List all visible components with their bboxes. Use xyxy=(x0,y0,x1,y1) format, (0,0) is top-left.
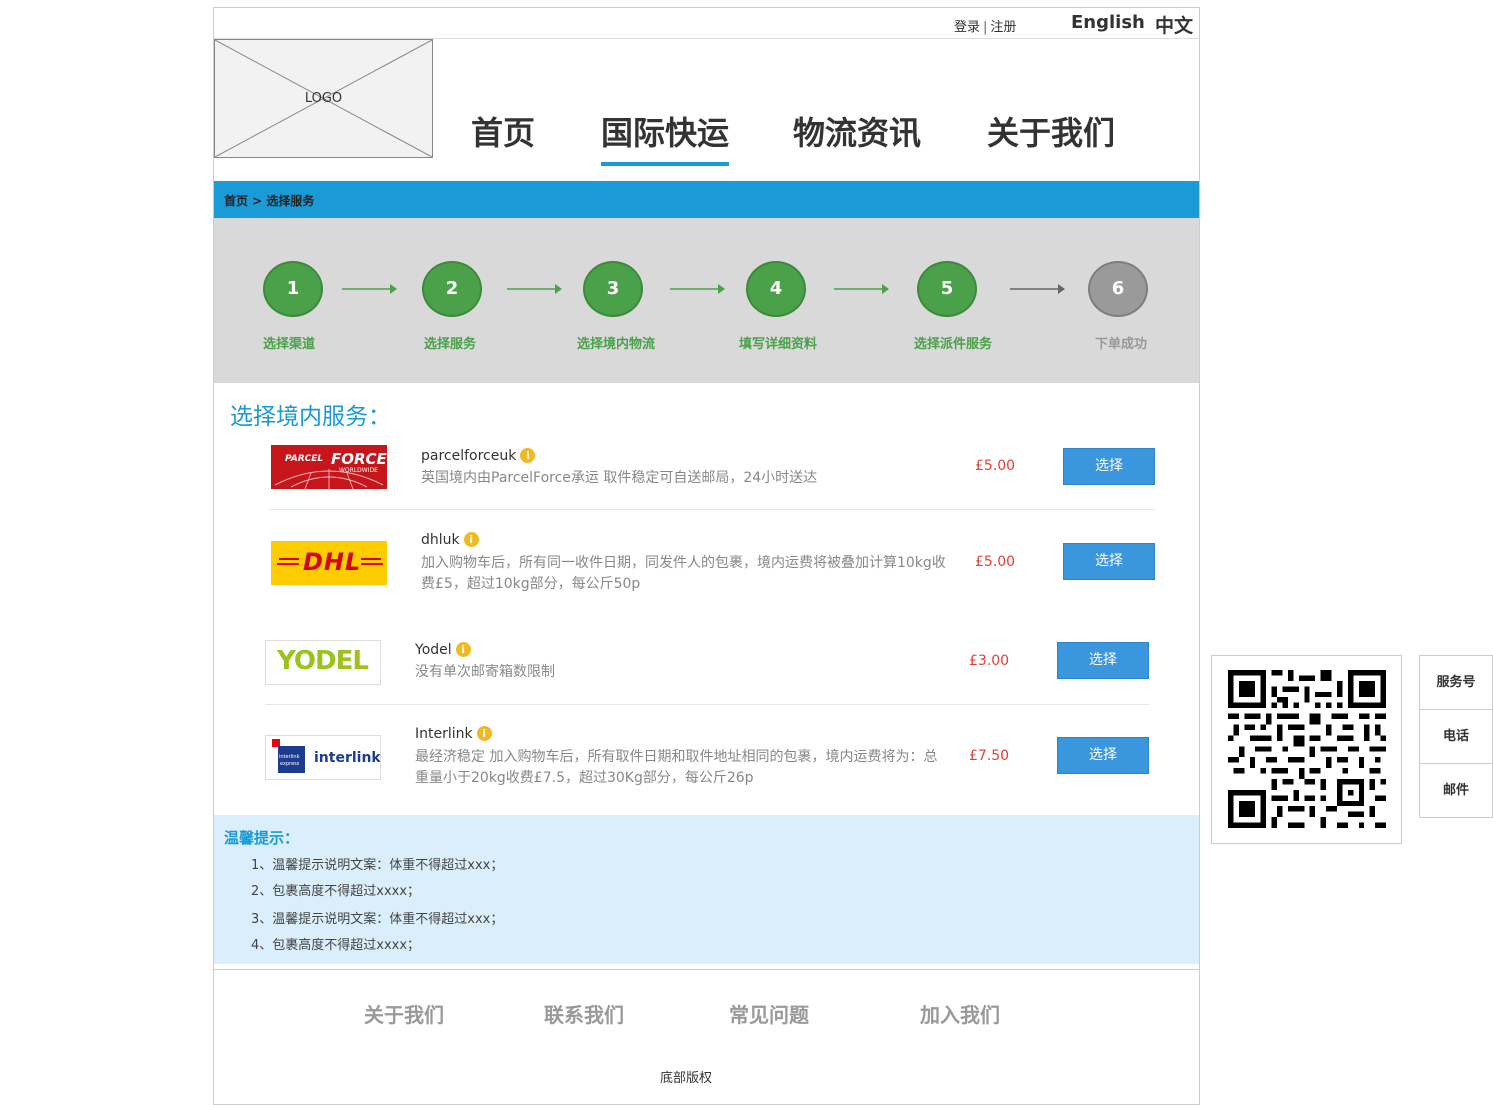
step-label-5: 选择派件服务 xyxy=(914,337,993,352)
step-label-4: 填写详细资料 xyxy=(739,337,818,352)
parcelforce-logo-line1: PARCEL xyxy=(285,454,324,464)
service-name-yodel: Yodel i xyxy=(415,642,471,658)
row-divider xyxy=(269,509,1155,510)
step-circle-4: 4 xyxy=(746,261,806,317)
parcelforce-logo: PARCEL FORCE WORLDWIDE xyxy=(271,445,387,489)
info-icon[interactable]: i xyxy=(463,532,479,547)
register-link[interactable]: 注册 xyxy=(990,20,1016,35)
service-desc: 没有单次邮寄箱数限制 xyxy=(415,664,555,680)
info-icon[interactable]: i xyxy=(476,726,492,741)
login-link[interactable]: 登录 xyxy=(954,20,980,35)
interlink-logo-text: interlink xyxy=(314,750,381,766)
step-arrow-icon xyxy=(670,284,725,294)
step-arrow-icon xyxy=(1010,284,1065,294)
side-item-email[interactable]: 邮件 xyxy=(1420,764,1492,818)
service-price: £3.00 xyxy=(969,653,1010,669)
interlink-logo-badge: interlink express xyxy=(278,746,305,773)
service-name-text: dhluk xyxy=(421,532,460,548)
service-desc: 加入购物车后，所有同一收件日期，同发件人的包裹，境内运费将被叠加计算10kg收费… xyxy=(421,555,946,592)
breadcrumb: 首页 > 选择服务 xyxy=(214,181,1199,218)
side-contact-menu: 服务号 电话 邮件 xyxy=(1419,655,1493,818)
parcelforce-logo-line2: FORCE xyxy=(331,450,387,468)
lang-english-link[interactable]: English xyxy=(1071,12,1145,33)
step-circle-1: 1 xyxy=(263,261,323,317)
qr-code-panel xyxy=(1211,655,1402,844)
footer-divider xyxy=(214,969,1199,970)
service-desc: 英国境内由ParcelForce承运 取件稳定可自送邮局，24小时送达 xyxy=(421,470,818,486)
service-name-dhluk: dhluk i xyxy=(421,532,479,548)
tips-panel: 温馨提示： 1、温馨提示说明文案：体重不得超过xxx； 2、包裹高度不得超过xx… xyxy=(214,815,1199,964)
select-button-parcelforceuk[interactable]: 选择 xyxy=(1063,448,1155,485)
step-label-1: 选择渠道 xyxy=(263,337,316,352)
step-arrow-icon xyxy=(507,284,562,294)
select-button-interlink[interactable]: 选择 xyxy=(1057,737,1149,774)
service-price: £5.00 xyxy=(975,458,1016,474)
side-item-service-account[interactable]: 服务号 xyxy=(1420,656,1492,710)
site-logo[interactable]: LOGO xyxy=(214,39,433,158)
dhl-logo-text: DHL xyxy=(303,548,362,576)
select-button-yodel[interactable]: 选择 xyxy=(1057,642,1149,679)
service-price: £7.50 xyxy=(969,748,1010,764)
order-steps: 1 选择渠道 2 选择服务 3 选择境内物流 4 填写详细资料 5 选择派件服务… xyxy=(214,218,1199,383)
row-divider xyxy=(265,704,1149,705)
page-container: 登录 | 注册 English 中文 LOGO 首页 国际快运 物流资讯 关于我们 … xyxy=(213,7,1200,1105)
step-circle-3: 3 xyxy=(583,261,643,317)
tip-item: 4、包裹高度不得超过xxxx； xyxy=(251,938,421,953)
service-name-parcelforceuk: parcelforceuk i xyxy=(421,448,536,464)
top-utility-bar: 登录 | 注册 English 中文 xyxy=(214,8,1199,39)
service-name-text: parcelforceuk xyxy=(421,448,517,464)
service-name-interlink: Interlink i xyxy=(415,726,492,742)
section-title: 选择境内服务： xyxy=(230,404,391,430)
yodel-logo: YODEL xyxy=(265,640,381,685)
logo-text: LOGO xyxy=(304,91,343,106)
footer-link-contact[interactable]: 联系我们 xyxy=(544,999,624,1028)
footer-link-about[interactable]: 关于我们 xyxy=(364,999,444,1028)
footer-link-faq[interactable]: 常见问题 xyxy=(729,999,809,1028)
step-label-3: 选择境内物流 xyxy=(577,337,656,352)
nav-international-express[interactable]: 国际快运 xyxy=(601,108,730,166)
yodel-logo-text: YODEL xyxy=(277,646,369,676)
nav-home[interactable]: 首页 xyxy=(471,108,535,154)
copyright-text: 底部版权 xyxy=(659,1071,712,1086)
tip-item: 3、温馨提示说明文案：体重不得超过xxx； xyxy=(251,912,504,927)
breadcrumb-text[interactable]: 首页 > 选择服务 xyxy=(224,192,314,209)
side-item-phone[interactable]: 电话 xyxy=(1420,710,1492,764)
parcelforce-logo-line3: WORLDWIDE xyxy=(339,467,378,474)
step-label-2: 选择服务 xyxy=(424,337,477,352)
qr-code-icon xyxy=(1228,670,1386,828)
nav-logistics-news[interactable]: 物流资讯 xyxy=(793,108,921,154)
select-button-dhluk[interactable]: 选择 xyxy=(1063,543,1155,580)
auth-separator: | xyxy=(983,20,988,35)
step-arrow-icon xyxy=(342,284,397,294)
footer-link-join[interactable]: 加入我们 xyxy=(920,999,1000,1028)
step-arrow-icon xyxy=(834,284,889,294)
service-desc: 最经济稳定 加入购物车后，所有取件日期和取件地址相同的包裹，境内运费将为：总重量… xyxy=(415,749,938,786)
service-price: £5.00 xyxy=(975,554,1016,570)
nav-about-us[interactable]: 关于我们 xyxy=(987,108,1115,154)
dhl-logo: DHL xyxy=(271,541,387,585)
step-circle-5: 5 xyxy=(917,261,977,317)
lang-chinese-link[interactable]: 中文 xyxy=(1155,11,1193,38)
step-circle-2: 2 xyxy=(422,261,482,317)
interlink-logo: interlink express interlink xyxy=(265,735,381,780)
step-label-6: 下单成功 xyxy=(1095,337,1148,352)
tip-item: 1、温馨提示说明文案：体重不得超过xxx； xyxy=(251,858,504,873)
interlink-logo-badge1: interlink xyxy=(279,754,300,760)
auth-links: 登录 | 注册 xyxy=(954,16,1016,35)
service-name-text: Interlink xyxy=(415,726,473,742)
tips-title: 温馨提示： xyxy=(224,829,300,847)
interlink-logo-badge2: express xyxy=(280,761,300,767)
service-name-text: Yodel xyxy=(415,642,452,658)
info-icon[interactable]: i xyxy=(520,448,536,463)
step-circle-6: 6 xyxy=(1088,261,1148,317)
tip-item: 2、包裹高度不得超过xxxx； xyxy=(251,884,421,899)
info-icon[interactable]: i xyxy=(455,642,471,657)
